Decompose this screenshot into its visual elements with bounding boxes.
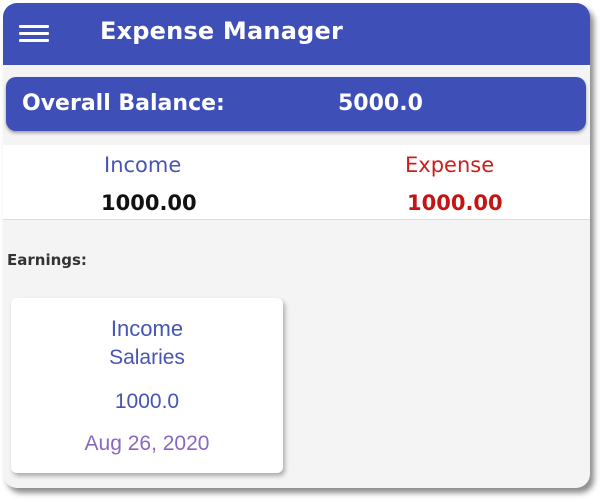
income-total: 1000.00 (101, 191, 197, 215)
earning-card[interactable]: Income Salaries 1000.0 Aug 26, 2020 (11, 298, 283, 473)
overall-balance-label: Overall Balance: (22, 91, 225, 116)
overall-balance-card: Overall Balance: 5000.0 (6, 77, 586, 131)
earnings-section-title: Earnings: (7, 251, 87, 269)
earning-amount: 1000.0 (114, 390, 180, 413)
earning-type: Income (110, 316, 184, 341)
hamburger-menu-icon[interactable] (19, 25, 49, 43)
income-expense-summary: Income 1000.00 Expense 1000.00 (3, 145, 590, 220)
app-bar: Expense Manager (3, 3, 590, 65)
earning-category: Salaries (109, 346, 185, 369)
app-title: Expense Manager (100, 17, 343, 45)
income-label: Income (104, 153, 182, 177)
expense-total: 1000.00 (407, 191, 503, 215)
earning-date: Aug 26, 2020 (84, 432, 210, 455)
overall-balance-value: 5000.0 (338, 91, 423, 116)
app-window: Expense Manager Overall Balance: 5000.0 … (3, 3, 590, 488)
expense-label: Expense (405, 153, 495, 177)
